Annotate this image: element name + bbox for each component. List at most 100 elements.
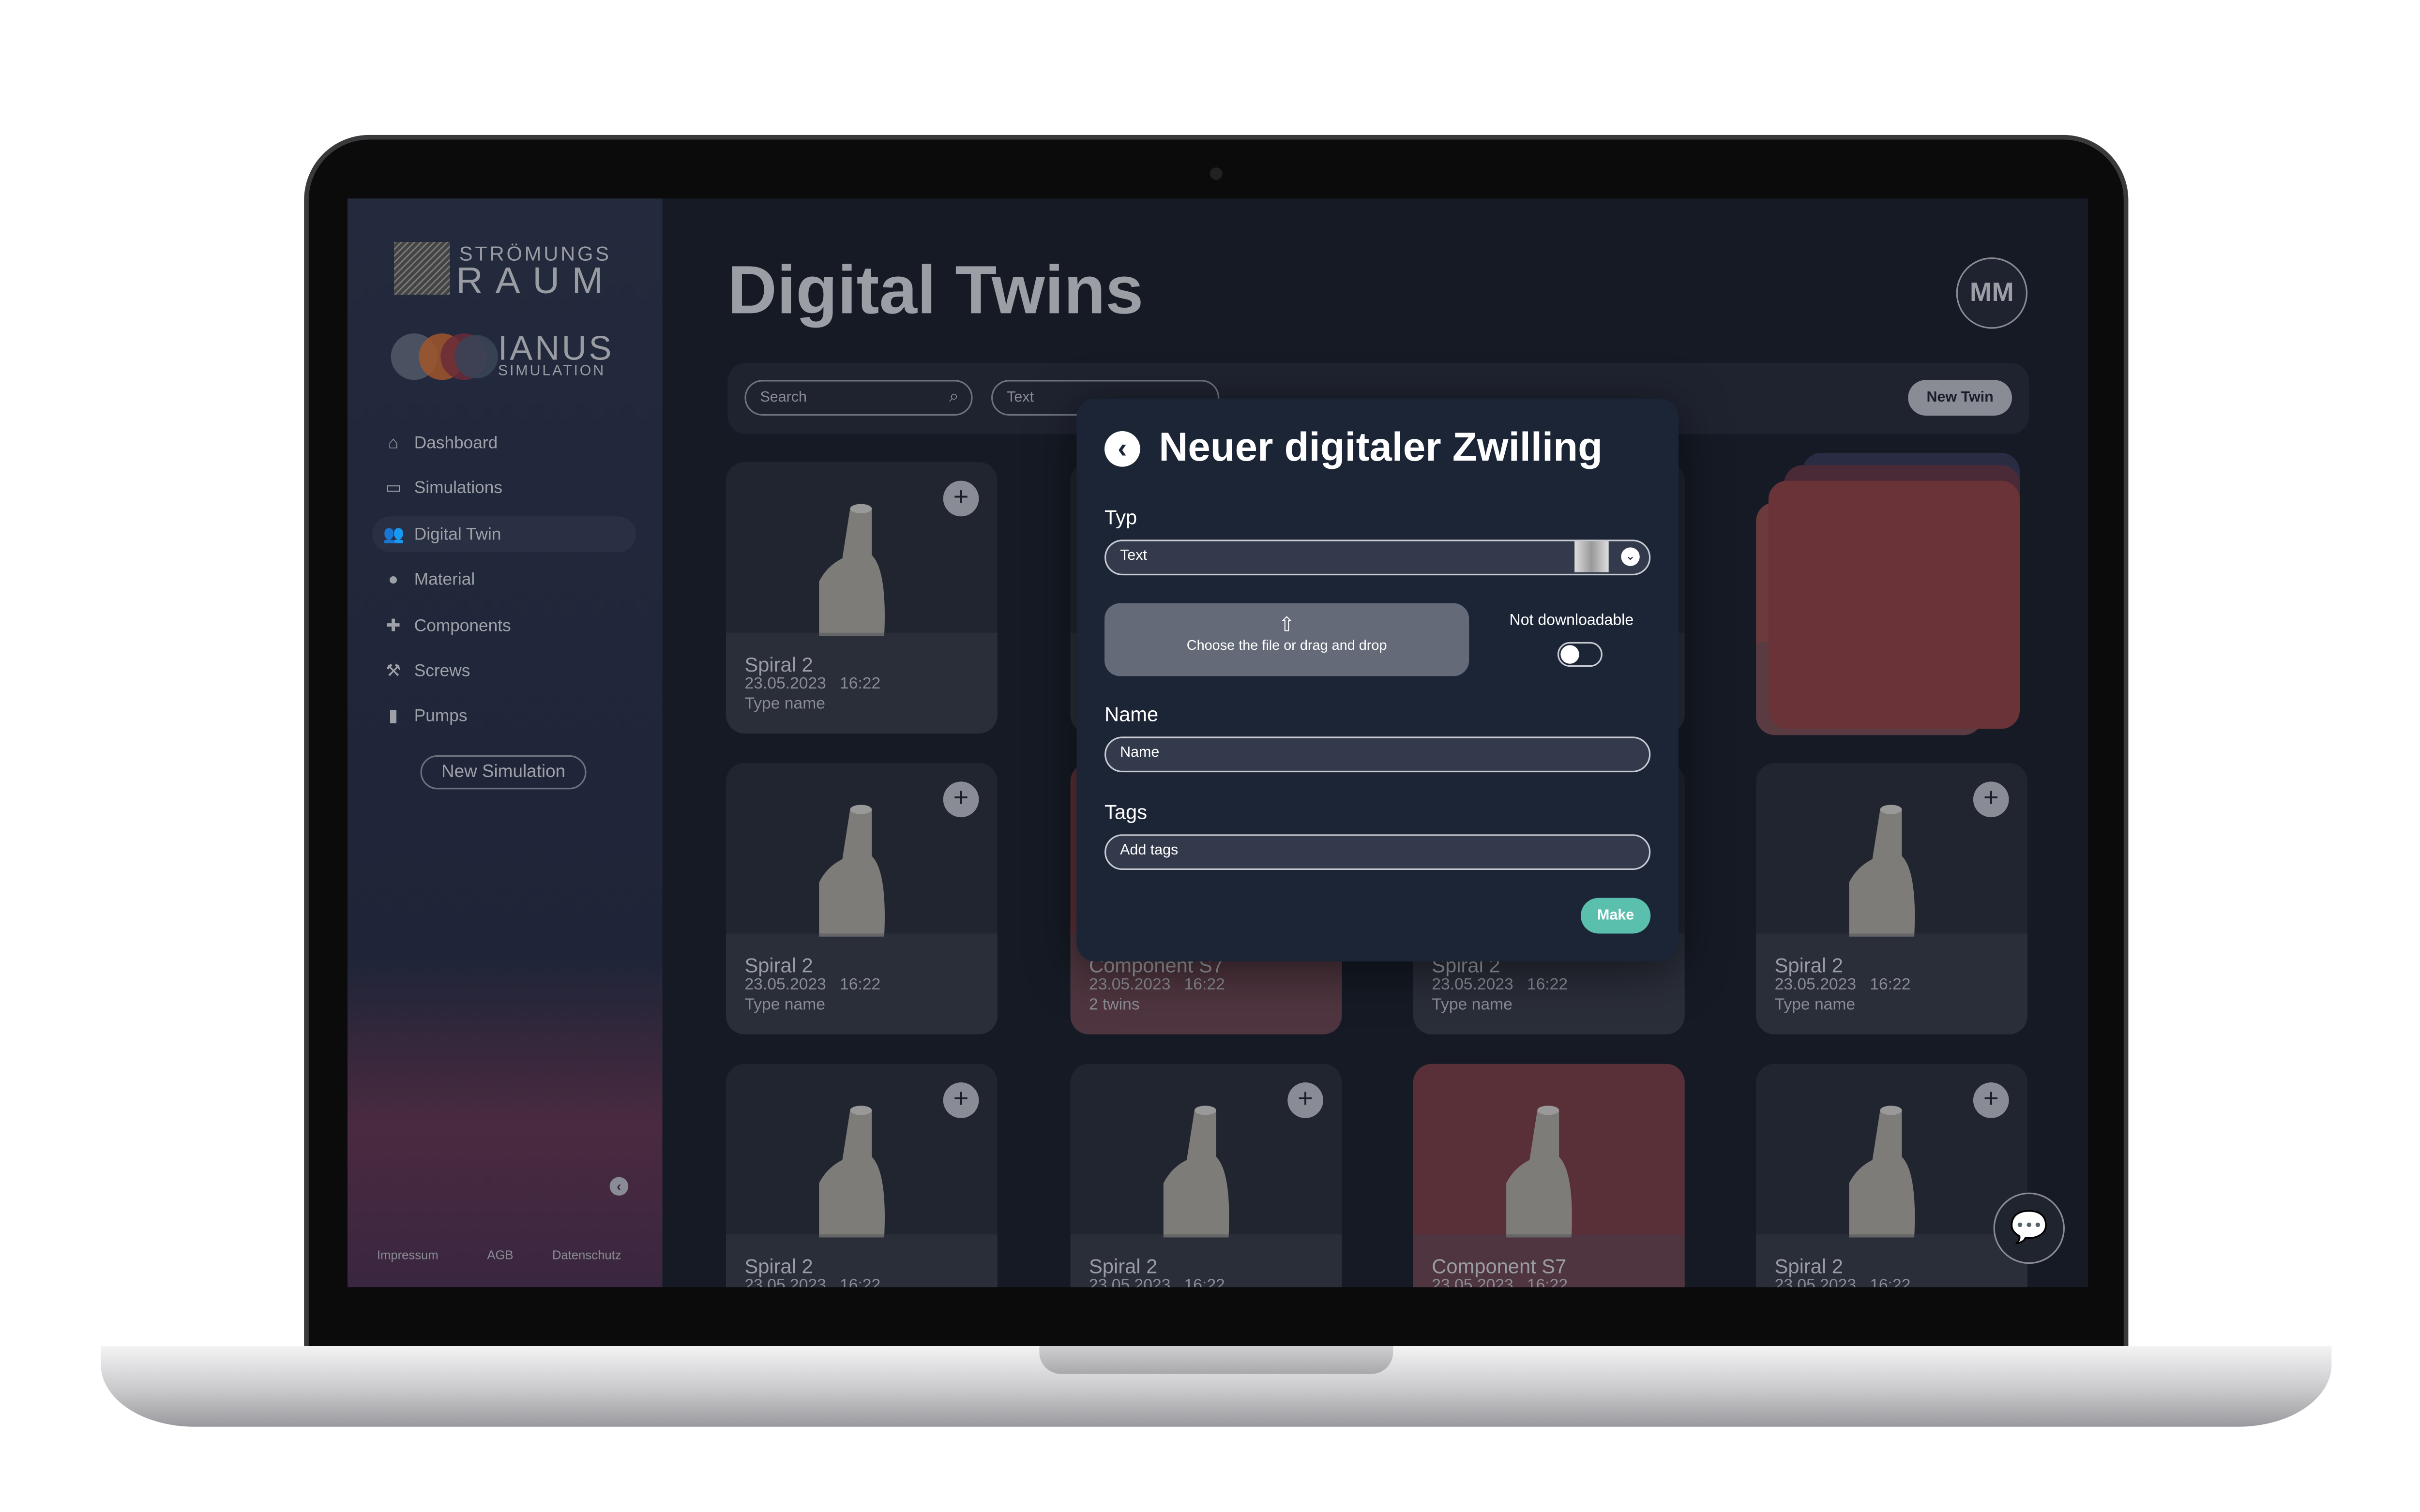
sidebar-item-material[interactable]: ● Material	[372, 561, 636, 597]
sidebar-item-dashboard[interactable]: ⌂ Dashboard	[372, 425, 636, 461]
card-date: 23.05.2023	[1774, 1276, 1857, 1287]
sidebar-item-pumps[interactable]: ▮ Pumps	[372, 698, 636, 734]
sidebar-item-digital-twin[interactable]: 👥 Digital Twin	[372, 516, 636, 553]
sidebar-item-screws[interactable]: ⚒ Screws	[372, 653, 636, 689]
sidebar: STRÖMUNGS RAUM IANUS SIMULATION ⌂ Dashboa…	[347, 198, 663, 1287]
card-datetime: 23.05.2023 16:22	[744, 1276, 979, 1287]
typ-select[interactable]: Text ⌄	[1104, 539, 1651, 576]
sidebar-item-label: Simulations	[414, 478, 503, 497]
card-name: Spiral 2	[1774, 954, 1843, 977]
add-plus-icon[interactable]: +	[1973, 781, 2009, 818]
puzzle-icon: ✚	[386, 617, 401, 636]
card-datetime: 23.05.2023 16:22	[1432, 975, 1666, 996]
sidebar-item-simulations[interactable]: ▭ Simulations	[372, 470, 636, 506]
collapse-sidebar-chevron-icon[interactable]: ‹	[609, 1177, 629, 1196]
typ-label: Typ	[1104, 505, 1137, 529]
card-name: Spiral 2	[744, 653, 813, 676]
sidebar-item-label: Material	[414, 569, 475, 589]
type-thumbnail	[1574, 541, 1609, 572]
footer-link-impressum[interactable]: Impressum	[377, 1248, 439, 1262]
add-plus-icon[interactable]: +	[1287, 1082, 1323, 1118]
card-datetime: 23.05.2023 16:22	[1775, 1276, 2009, 1287]
footer-link-datenschutz[interactable]: Datenschutz	[552, 1248, 621, 1262]
file-upload-dropzone[interactable]: ⇧ Choose the file or drag and drop	[1104, 603, 1469, 676]
twin-card[interactable]: + Spiral 2 23.05.2023 16:22	[1756, 1063, 2028, 1287]
monitor-icon: ▭	[385, 479, 402, 498]
logo-bottom: RAUM	[456, 260, 616, 302]
add-plus-icon[interactable]: +	[943, 1082, 979, 1118]
card-datetime: 23.05.2023 16:22	[1432, 1276, 1666, 1287]
make-button[interactable]: Make	[1580, 898, 1651, 934]
card-date: 23.05.2023	[744, 674, 826, 693]
screen: STRÖMUNGS RAUM IANUS SIMULATION ⌂ Dashboa…	[347, 198, 2088, 1287]
card-time: 16:22	[1184, 1276, 1225, 1287]
search-input[interactable]: Search ⌕	[744, 380, 973, 416]
card-info: Component S7 23.05.2023 16:22	[1413, 1234, 1685, 1287]
card-sub: Type name	[744, 995, 825, 1015]
card-time: 16:22	[840, 674, 881, 693]
sidebar-item-label: Digital Twin	[414, 524, 501, 544]
not-downloadable-toggle[interactable]	[1557, 642, 1603, 667]
card-time: 16:22	[1870, 1276, 1911, 1287]
upload-label: Choose the file or drag and drop	[1186, 637, 1387, 653]
card-time: 16:22	[840, 975, 881, 994]
name-input[interactable]: Name	[1104, 736, 1651, 773]
home-icon: ⌂	[388, 433, 399, 452]
twin-card[interactable]: + Spiral 2 23.05.2023 16:22	[1070, 1063, 1342, 1287]
card-datetime: 23.05.2023 16:22	[1775, 975, 2009, 996]
card-datetime: 23.05.2023 16:22	[744, 674, 979, 695]
model-thumbnail	[1849, 1106, 1915, 1238]
card-datetime: 23.05.2023 16:22	[1089, 975, 1323, 996]
add-plus-icon[interactable]: +	[943, 480, 979, 517]
model-thumbnail	[1506, 1106, 1572, 1238]
twin-card[interactable]: +Spiral 223.05.2023 16:22Type name	[726, 763, 998, 1034]
twin-card[interactable]: + Spiral 223.05.2023 16:22Type name	[1756, 763, 2028, 1034]
back-chevron-icon[interactable]: ‹	[1104, 431, 1140, 467]
avatar[interactable]: MM	[1956, 257, 2028, 329]
sidebar-item-label: Screws	[414, 661, 470, 680]
stroemungsraum-logo-mark	[394, 241, 450, 295]
sidebar-item-label: Components	[414, 616, 511, 635]
card-sub: Type name	[1432, 995, 1512, 1015]
card-time: 16:22	[1184, 975, 1225, 994]
card-name: Spiral 2	[1774, 1254, 1843, 1278]
card-name: Spiral 2	[744, 954, 813, 977]
page-title: Digital Twins	[727, 253, 1144, 329]
twin-card[interactable]: Component S7 23.05.2023 16:22	[1413, 1063, 1685, 1287]
stack-layer	[1768, 480, 2020, 729]
new-simulation-button[interactable]: New Simulation	[420, 755, 587, 790]
card-info: Spiral 2 23.05.2023 16:22 Type name	[726, 632, 998, 734]
add-plus-icon[interactable]: +	[1973, 1082, 2009, 1118]
card-datetime: 23.05.2023 16:22	[744, 975, 979, 996]
chevron-down-icon: ⌄	[1621, 547, 1640, 566]
add-plus-icon[interactable]: +	[943, 781, 979, 818]
dialog-title: Neuer digitaler Zwilling	[1159, 423, 1603, 470]
footer-link-agb[interactable]: AGB	[487, 1248, 513, 1262]
model-thumbnail	[1849, 805, 1915, 937]
new-twin-button[interactable]: New Twin	[1908, 380, 2012, 416]
card-time: 16:22	[1870, 975, 1911, 994]
sidebar-item-components[interactable]: ✚ Components	[372, 608, 636, 644]
card-sub: 2 twins	[1089, 995, 1140, 1015]
screw-icon: ⚒	[385, 662, 401, 681]
twin-card[interactable]: + Spiral 2 23.05.2023 16:22	[726, 1063, 998, 1287]
logo2-sub: SIMULATION	[498, 362, 606, 380]
tags-input[interactable]: Add tags	[1104, 834, 1651, 870]
twin-card[interactable]: + Spiral 223.05.2023 16:22Type name	[726, 462, 998, 734]
card-date: 23.05.2023	[1774, 975, 1857, 994]
upload-icon: ⇧	[1278, 613, 1296, 636]
laptop-notch	[1039, 1346, 1393, 1374]
chat-icon[interactable]: 💬	[1993, 1192, 2065, 1264]
name-label: Name	[1104, 702, 1159, 726]
sidebar-item-label: Dashboard	[414, 433, 498, 452]
not-downloadable-label: Not downloadable	[1509, 613, 1634, 630]
card-date: 23.05.2023	[1432, 975, 1513, 994]
card-info: Spiral 2 23.05.2023 16:22 Type name	[1756, 933, 2028, 1034]
model-thumbnail	[819, 805, 885, 937]
search-placeholder: Search	[760, 389, 807, 406]
card-date: 23.05.2023	[1432, 1276, 1513, 1287]
camera	[1210, 167, 1223, 180]
card-date: 23.05.2023	[744, 975, 826, 994]
ianus-logo-mark	[391, 333, 498, 380]
card-name: Spiral 2	[744, 1254, 813, 1278]
